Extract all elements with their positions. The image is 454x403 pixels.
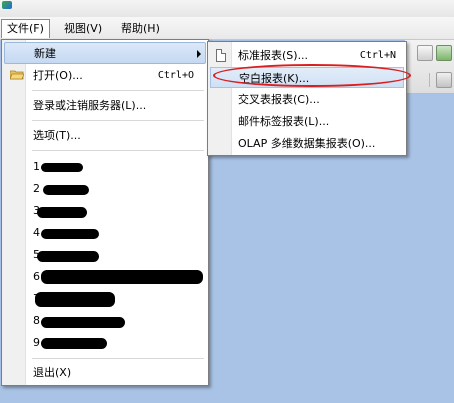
submenu-arrow-icon <box>197 50 201 58</box>
menu-item-open-label: 打开(O)... <box>33 69 83 82</box>
redacted-text <box>35 292 115 307</box>
menu-file[interactable]: 文件(F) <box>1 19 50 38</box>
menu-separator <box>32 120 204 121</box>
submenu-item-label: 交叉表报表(C)... <box>238 93 320 106</box>
recent-file-7[interactable]: 7 <box>4 288 206 310</box>
menu-help[interactable]: 帮助(H) <box>116 19 165 38</box>
submenu-item-standard-report[interactable]: 标准报表(S)... Ctrl+N <box>210 45 404 66</box>
recent-file-number: 8 <box>33 314 40 327</box>
submenu-item-label: 邮件标签报表(L)... <box>238 115 330 128</box>
submenu-item-olap-report[interactable]: OLAP 多维数据集报表(O)... <box>210 133 404 154</box>
menu-item-login[interactable]: 登录或注销服务器(L)... <box>4 95 206 117</box>
recent-file-8[interactable]: 8 <box>4 310 206 332</box>
redacted-text <box>37 207 87 218</box>
recent-file-6[interactable]: 6 <box>4 266 206 288</box>
redacted-text <box>37 251 99 262</box>
recent-file-number: 1 <box>33 160 40 173</box>
recent-file-number: 6 <box>33 270 40 283</box>
recent-file-number: 9 <box>33 336 40 349</box>
submenu-item-mail-label-report[interactable]: 邮件标签报表(L)... <box>210 111 404 132</box>
recent-file-2[interactable]: 2 <box>4 178 206 200</box>
submenu-item-label: 空白报表(K)... <box>239 72 310 85</box>
recent-file-4[interactable]: 4 <box>4 222 206 244</box>
menu-item-options-label: 选项(T)... <box>33 129 81 142</box>
redacted-text <box>41 338 107 349</box>
recent-file-9[interactable]: 9 <box>4 332 206 354</box>
menu-bar: 文件(F) 视图(V) 帮助(H) <box>0 17 454 40</box>
title-bar <box>0 0 454 17</box>
file-menu: 新建 打开(O)... Ctrl+O 登录或注销服务器(L)... 选项(T).… <box>1 39 209 386</box>
menu-separator <box>32 90 204 91</box>
menu-item-login-label: 登录或注销服务器(L)... <box>33 99 147 112</box>
redacted-text <box>43 185 89 195</box>
menu-item-new-label: 新建 <box>34 47 56 60</box>
menu-item-exit[interactable]: 退出(X) <box>4 362 206 384</box>
folder-open-icon <box>10 70 24 80</box>
redacted-text <box>41 317 125 328</box>
submenu-item-crosstab-report[interactable]: 交叉表报表(C)... <box>210 89 404 110</box>
menu-item-exit-label: 退出(X) <box>33 366 72 379</box>
menu-view[interactable]: 视图(V) <box>59 19 107 38</box>
submenu-item-blank-report[interactable]: 空白报表(K)... <box>210 67 404 88</box>
app-icon <box>2 1 12 9</box>
menu-separator <box>32 358 204 359</box>
new-submenu: 标准报表(S)... Ctrl+N 空白报表(K)... 交叉表报表(C)...… <box>207 41 407 156</box>
menu-item-open[interactable]: 打开(O)... Ctrl+O <box>4 65 206 87</box>
recent-file-1[interactable]: 1 <box>4 156 206 178</box>
menu-separator <box>32 150 204 151</box>
redacted-text <box>41 270 203 284</box>
recent-file-3[interactable]: 3 <box>4 200 206 222</box>
toolbar-button-export[interactable] <box>436 45 452 61</box>
submenu-item-shortcut: Ctrl+N <box>359 50 396 61</box>
redacted-text <box>41 229 99 239</box>
toolbar <box>405 40 454 94</box>
menu-item-options[interactable]: 选项(T)... <box>4 125 206 147</box>
redacted-text <box>41 163 83 172</box>
toolbar-button-layout[interactable] <box>436 72 452 88</box>
recent-file-number: 2 <box>33 182 40 195</box>
toolbar-separator <box>429 73 430 87</box>
submenu-item-label: 标准报表(S)... <box>238 49 309 62</box>
recent-file-5[interactable]: 5 <box>4 244 206 266</box>
menu-item-new[interactable]: 新建 <box>4 42 206 64</box>
recent-file-number: 4 <box>33 226 40 239</box>
submenu-item-label: OLAP 多维数据集报表(O)... <box>238 137 376 150</box>
document-icon <box>216 49 226 62</box>
toolbar-button-print[interactable] <box>417 45 433 61</box>
menu-item-open-shortcut: Ctrl+O <box>157 70 194 81</box>
